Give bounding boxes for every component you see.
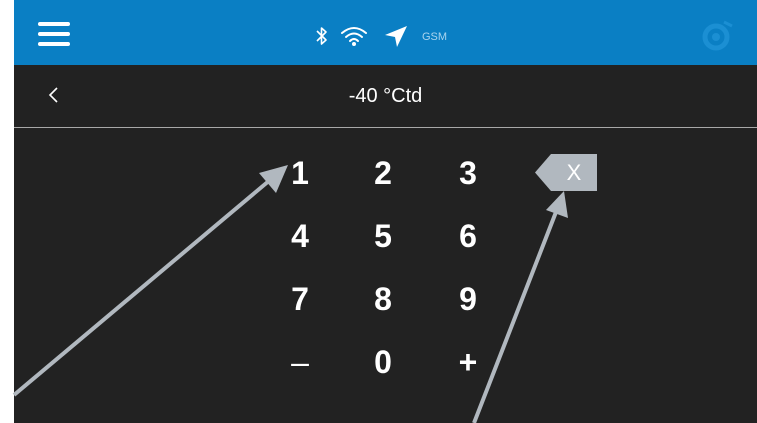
key-5[interactable]: 5 xyxy=(353,211,413,261)
divider xyxy=(14,127,757,128)
key-6[interactable]: 6 xyxy=(438,211,498,261)
key-0[interactable]: 0 xyxy=(353,337,413,387)
gsm-label: GSM xyxy=(422,31,448,43)
key-1[interactable]: 1 xyxy=(270,148,330,198)
key-4[interactable]: 4 xyxy=(270,211,330,261)
key-minus[interactable]: – xyxy=(270,337,330,387)
key-plus[interactable]: + xyxy=(438,337,498,387)
backspace-icon: X xyxy=(566,160,582,185)
key-7[interactable]: 7 xyxy=(270,274,330,324)
key-8[interactable]: 8 xyxy=(353,274,413,324)
key-2[interactable]: 2 xyxy=(353,148,413,198)
title-row: -40 °Ctd xyxy=(14,65,757,127)
profile-icon[interactable] xyxy=(700,18,736,52)
key-3[interactable]: 3 xyxy=(438,148,498,198)
wifi-icon xyxy=(341,27,367,46)
location-arrow-icon xyxy=(385,26,407,47)
left-margin xyxy=(0,0,14,423)
menu-icon[interactable] xyxy=(38,22,70,46)
page-title: -40 °Ctd xyxy=(348,85,423,107)
bluetooth-icon xyxy=(316,27,327,45)
key-9[interactable]: 9 xyxy=(438,274,498,324)
